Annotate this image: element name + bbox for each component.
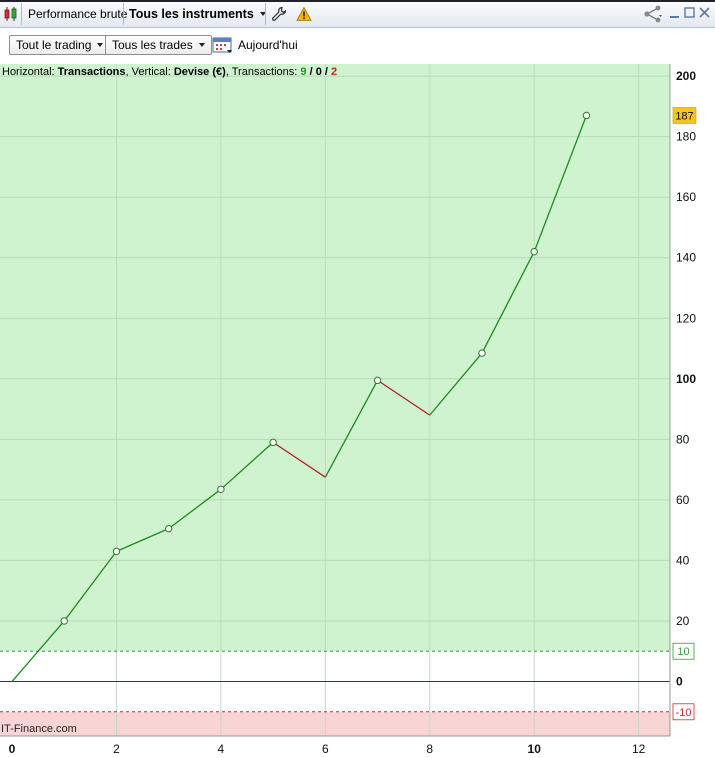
y-tick-label: 100: [676, 372, 696, 386]
data-point[interactable]: [530, 247, 538, 256]
x-tick-label: 10: [528, 742, 542, 756]
y-tick-label: 160: [676, 190, 696, 204]
profit-zone: [0, 64, 670, 652]
vertical-value: Devise (€): [173, 66, 226, 78]
transactions-label: Transactions:: [231, 66, 298, 78]
data-point[interactable]: [164, 524, 173, 533]
y-tick-label: 180: [676, 130, 696, 144]
data-point[interactable]: [112, 547, 121, 556]
count-separator: /: [324, 66, 328, 78]
count-separator: /: [309, 66, 313, 78]
x-tick-label: 6: [322, 742, 329, 756]
data-point[interactable]: [478, 349, 486, 357]
x-tick-label: 4: [218, 742, 225, 756]
y-tick-label: 120: [676, 311, 696, 325]
data-point[interactable]: [60, 617, 68, 625]
chart-canvas[interactable]: 10-10204060801001201401601802000187 0246…: [0, 0, 715, 758]
chart-header: Horizontal: Transactions, Vertical: Devi…: [2, 66, 338, 78]
threshold-label: 10: [677, 646, 689, 658]
performance-chart: 10 -10 20 40 60 80 100 120 140 160 180 200 0 187 0246…: [0, 0, 715, 758]
watermark: IT-Finance.com: [1, 723, 77, 735]
data-point[interactable]: [582, 111, 591, 120]
threshold-label: -10: [676, 707, 692, 719]
data-point[interactable]: [217, 485, 225, 493]
x-tick-label: 0: [9, 742, 16, 756]
data-point[interactable]: [269, 438, 277, 447]
last-value-label: 187: [675, 110, 693, 122]
y-tick-label: 140: [676, 251, 696, 265]
lost-count: 2: [331, 66, 338, 78]
x-tick-label: 2: [113, 742, 120, 756]
won-count: 9: [300, 66, 307, 78]
loss-zone: [0, 711, 670, 736]
horizontal-value: Transactions: [57, 66, 126, 78]
y-tick-label: 80: [676, 432, 690, 446]
x-tick-label: 12: [632, 742, 646, 756]
vertical-label: Vertical:: [131, 66, 171, 78]
data-point[interactable]: [373, 376, 382, 385]
y-tick-label: 40: [676, 553, 690, 567]
y-tick-label: 20: [676, 614, 690, 628]
y-tick-label: 60: [676, 493, 690, 507]
y-tick-label: 200: [676, 69, 696, 83]
x-tick-label: 8: [426, 742, 433, 756]
neutral-count: 0: [315, 66, 322, 78]
y-tick-label: 0: [676, 675, 683, 689]
horizontal-label: Horizontal:: [2, 66, 55, 78]
